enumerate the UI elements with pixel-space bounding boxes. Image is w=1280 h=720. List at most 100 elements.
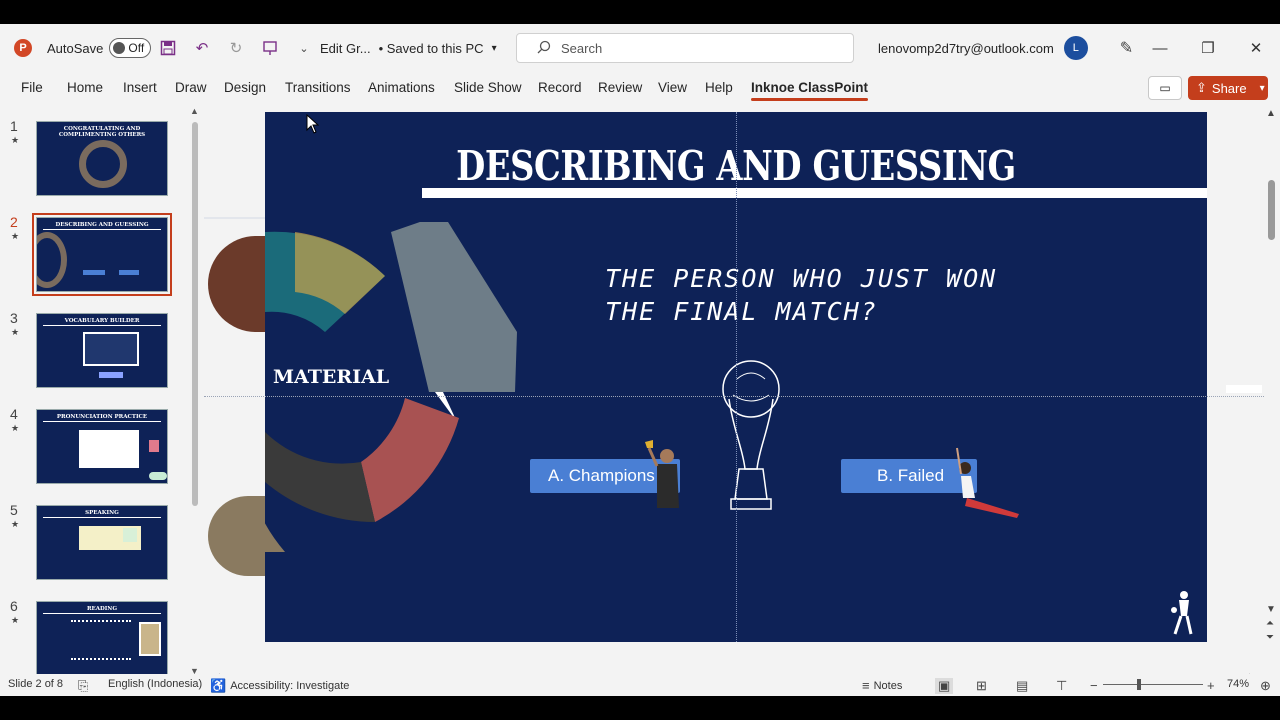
normal-view-button[interactable]: ▣ [935,678,954,694]
tab-slide-show[interactable]: Slide Show [454,80,522,95]
failed-figure[interactable] [953,444,1023,518]
zoom-slider-thumb[interactable] [1137,679,1141,690]
thumb-image [123,528,137,542]
share-button[interactable]: ⇪ Share ▾ [1188,76,1268,100]
redo-icon[interactable]: ↻ [226,38,246,58]
off-slide-shape[interactable] [1226,385,1262,393]
slide-thumbnail-3[interactable]: VOCABULARY BUILDER [36,313,168,388]
undo-icon[interactable]: ↶ [192,38,212,58]
slide-thumbnail-1[interactable]: CONGRATULATING AND COMPLIMENTING OTHERS [36,121,168,196]
minus-icon: − [1090,678,1098,693]
photo-ring [37,232,67,288]
language-status[interactable]: English (Indonesia) [108,678,202,690]
horizontal-guide [204,396,1264,397]
autosave-control[interactable]: AutoSave Off [47,24,152,72]
tab-view[interactable]: View [658,80,687,95]
thumbnails-scrollbar[interactable]: ▲ ▼ [190,106,200,682]
zoom-in-button[interactable]: + [1207,678,1215,693]
thumb-text-lines [71,620,131,660]
notes-icon: ≡ [862,678,870,693]
scroll-up-icon[interactable]: ▲ [190,106,199,116]
title-underline[interactable] [422,188,1207,198]
material-label[interactable]: MATERIAL [273,366,389,388]
close-icon[interactable]: ✕ [1232,24,1280,72]
quick-access-toolbar: ↶ ↻ ⌄ [158,24,314,72]
tab-help[interactable]: Help [705,80,733,95]
customize-toolbar-icon[interactable]: ⌄ [294,38,314,58]
thumb-title: PRONUNCIATION PRACTICE [56,414,148,420]
question-line: THE PERSON WHO JUST WON [605,264,998,293]
spellcheck-status[interactable]: ⎘ [78,678,88,694]
tab-draw[interactable]: Draw [175,80,207,95]
tab-insert[interactable]: Insert [123,80,157,95]
document-title-area[interactable]: Edit Gr... • Saved to this PC ▾ [320,24,497,72]
thumb-badge [149,472,167,480]
search-placeholder: Search [561,40,603,56]
athlete-photo[interactable] [208,236,268,332]
avatar[interactable]: L [1063,36,1088,60]
photo-collage[interactable] [265,222,525,582]
question-text[interactable]: THE PERSON WHO JUST WON THE FINAL MATCH? [605,262,1025,328]
present-from-start-icon[interactable] [260,38,280,58]
thumb-number: 6 [10,598,18,614]
fit-to-window-button[interactable]: ⊕ [1260,678,1271,694]
save-icon[interactable] [158,38,178,58]
slide-thumbnail-5[interactable]: SPEAKING [36,505,168,580]
tab-record[interactable]: Record [538,80,582,95]
scroll-up-icon[interactable]: ▲ [1266,108,1276,119]
star-icon: ★ [11,231,20,241]
tab-inknoe-classpoint[interactable]: Inknoe ClassPoint [751,80,869,101]
chevron-down-icon: ▾ [1259,82,1265,94]
previous-slide-icon[interactable]: ⏶ [1266,618,1274,629]
restore-icon[interactable]: ❐ [1184,24,1232,72]
zoom-slider[interactable] [1103,684,1203,685]
comments-button[interactable]: ▭ [1148,76,1182,100]
thumb-button [99,372,123,378]
thumb-number: 3 [10,310,18,326]
slide-editing-canvas[interactable]: DESCRIBING AND GUESSING MATERIAL THE PER… [204,106,1264,682]
slide-thumbnails-panel: 1 ★ CONGRATULATING AND COMPLIMENTING OTH… [0,106,204,682]
slide-sorter-button[interactable]: ⊞ [976,678,987,694]
scrollbar-thumb[interactable] [1268,180,1275,240]
zoom-level[interactable]: 74% [1227,678,1249,690]
search-box[interactable]: Search [516,33,854,63]
thumb-line [43,229,161,230]
tab-transitions[interactable]: Transitions [285,80,351,95]
tab-animations[interactable]: Animations [368,80,435,95]
footballer-icon[interactable] [1169,590,1197,636]
world-cup-trophy[interactable] [719,359,783,515]
minimize-icon[interactable]: — [1136,24,1184,72]
powerpoint-window: P AutoSave Off ↶ ↻ ⌄ Edit Gr... • Saved … [0,24,1280,696]
tab-design[interactable]: Design [224,80,266,95]
pen-icon[interactable]: ✎ [1120,38,1133,58]
thumb-photo [139,622,161,656]
title-bar: P AutoSave Off ↶ ↻ ⌄ Edit Gr... • Saved … [0,24,1280,72]
slide-thumbnail-6[interactable]: READING [36,601,168,676]
spellcheck-icon: ⎘ [78,678,89,693]
accessibility-status[interactable]: ♿ Accessibility: Investigate [210,678,349,694]
autosave-toggle[interactable]: Off [109,38,152,58]
thumb-line [43,325,161,326]
tab-review[interactable]: Review [598,80,642,95]
tab-file[interactable]: File [21,80,43,95]
account-area[interactable]: lenovomp2d7try@outlook.com L ✎ [878,24,1133,72]
star-icon: ★ [11,327,20,337]
tab-home[interactable]: Home [67,80,103,95]
zoom-out-button[interactable]: − [1090,678,1098,693]
thumb-line [43,613,161,614]
champion-figure[interactable] [643,436,687,510]
vertical-scrollbar[interactable]: ▲ ▼ ⏶ ⏷ [1264,106,1280,682]
notes-button[interactable]: ≡ Notes [862,678,902,693]
slide-thumbnail-2[interactable]: DESCRIBING AND GUESSING [32,213,172,296]
slide[interactable]: DESCRIBING AND GUESSING MATERIAL THE PER… [265,112,1207,642]
notes-label: Notes [873,679,903,692]
slide-show-button[interactable]: ⊤ [1056,678,1067,694]
slide-thumbnail-4[interactable]: PRONUNCIATION PRACTICE [36,409,168,484]
star-icon: ★ [11,519,20,529]
scrollbar-thumb[interactable] [192,122,198,506]
next-slide-icon[interactable]: ⏷ [1266,632,1274,643]
athlete-photo[interactable] [208,496,268,576]
reading-view-button[interactable]: ▤ [1016,678,1028,694]
slide-indicator[interactable]: Slide 2 of 8 [8,678,63,690]
scroll-down-icon[interactable]: ▼ [1266,604,1276,615]
